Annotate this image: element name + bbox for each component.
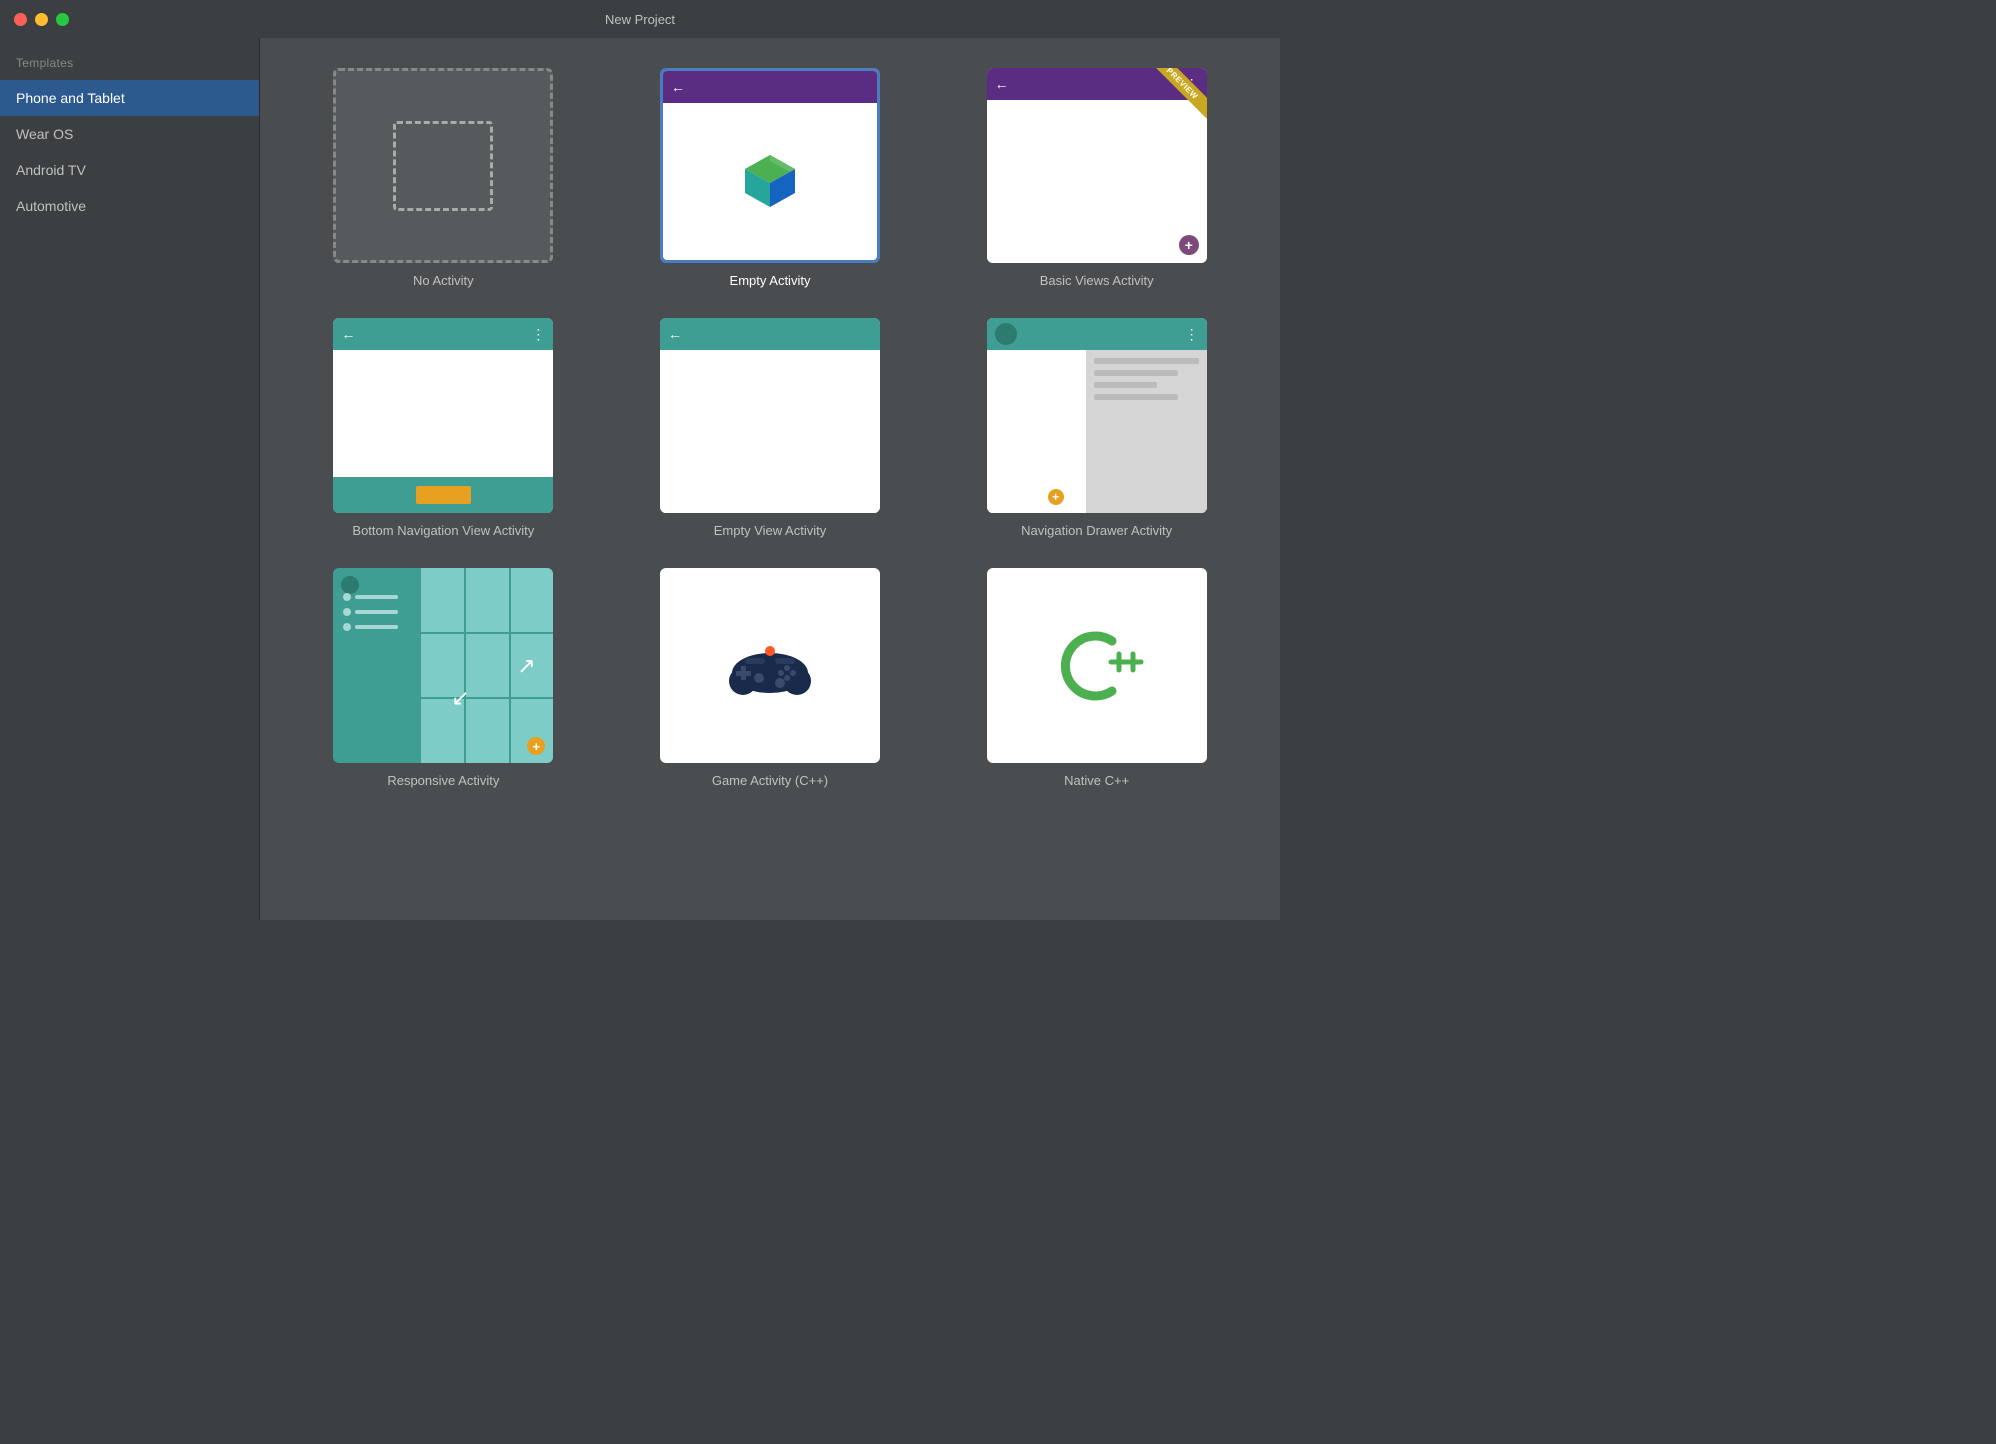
bottom-nav-card: ← ⋮: [333, 318, 553, 513]
nav-drawer-mockup: ⋮ +: [987, 318, 1207, 513]
template-item-native-cpp[interactable]: Native C++: [953, 568, 1240, 788]
game-card: [660, 568, 880, 763]
preview-badge-container: PREVIEW: [1152, 68, 1207, 123]
drawer-fab: +: [1048, 489, 1064, 505]
no-activity-card: [333, 68, 553, 263]
resp-list-item-2: [343, 608, 398, 616]
empty-activity-header: ←: [663, 71, 877, 103]
drawer-list-item-4: [1094, 394, 1178, 400]
empty-activity-card: ←: [660, 68, 880, 263]
template-item-empty-view[interactable]: ← Empty View Activity: [627, 318, 914, 538]
template-grid: No Activity ←: [300, 68, 1240, 788]
sidebar-item-phone-tablet[interactable]: Phone and Tablet: [0, 80, 259, 116]
drawer-list-item-1: [1094, 358, 1199, 364]
resp-avatar: [341, 576, 359, 594]
template-item-game[interactable]: Game Activity (C++): [627, 568, 914, 788]
window-controls: [14, 13, 69, 26]
three-dots-icon-2: ⋮: [531, 326, 545, 343]
native-card: [987, 568, 1207, 763]
bottom-nav-bar: [333, 477, 553, 513]
drawer-circle: [995, 323, 1017, 345]
three-dots-icon-3: ⋮: [1185, 326, 1199, 343]
empty-view-label: Empty View Activity: [714, 523, 826, 538]
fab-plus-icon: +: [1179, 235, 1199, 255]
sidebar: Templates Phone and Tablet Wear OS Andro…: [0, 38, 260, 920]
nav-drawer-card: ⋮ +: [987, 318, 1207, 513]
resp-list-item-1: [343, 593, 398, 601]
responsive-arrow: ↗: [517, 653, 535, 679]
title-bar: New Project: [0, 0, 1280, 38]
responsive-card: ↗ ↙ +: [333, 568, 553, 763]
grid-cell-8: [466, 699, 509, 763]
back-arrow-icon: ←: [671, 79, 685, 95]
sidebar-section-label: Templates: [0, 38, 259, 80]
gamepad-icon: [725, 633, 815, 698]
grid-cell-5: [466, 634, 509, 698]
template-item-no-activity[interactable]: No Activity: [300, 68, 587, 288]
window-title: New Project: [605, 12, 675, 27]
template-item-responsive[interactable]: ↗ ↙ + Responsive Activity: [300, 568, 587, 788]
grid-cell-1: [421, 568, 464, 632]
responsive-list: [343, 593, 398, 638]
responsive-label: Responsive Activity: [387, 773, 499, 788]
sidebar-item-wear-os[interactable]: Wear OS: [0, 116, 259, 152]
basic-views-card: ← ⋮ + PREVIEW: [987, 68, 1207, 263]
sidebar-item-android-tv[interactable]: Android TV: [0, 152, 259, 188]
bottom-nav-label: Bottom Navigation View Activity: [352, 523, 534, 538]
empty-view-mockup: ←: [660, 318, 880, 513]
drawer-list-item-2: [1094, 370, 1178, 376]
sidebar-item-automotive[interactable]: Automotive: [0, 188, 259, 224]
basic-views-label: Basic Views Activity: [1040, 273, 1154, 288]
template-item-empty-activity[interactable]: ←: [627, 68, 914, 288]
bottom-nav-indicator: [416, 486, 471, 504]
content-area: No Activity ←: [260, 38, 1280, 920]
android-logo: [735, 147, 805, 217]
back-arrow-icon-4: ←: [668, 326, 682, 342]
no-activity-label: No Activity: [413, 273, 474, 288]
minimize-button[interactable]: [35, 13, 48, 26]
native-cpp-label: Native C++: [1064, 773, 1129, 788]
bottom-nav-content: [333, 350, 553, 477]
main-layout: Templates Phone and Tablet Wear OS Andro…: [0, 38, 1280, 920]
maximize-button[interactable]: [56, 13, 69, 26]
nav-drawer-header: ⋮: [987, 318, 1207, 350]
back-arrow-icon-2: ←: [995, 76, 1009, 92]
bottom-nav-mockup: ← ⋮: [333, 318, 553, 513]
empty-activity-mockup: ←: [663, 71, 877, 260]
close-button[interactable]: [14, 13, 27, 26]
template-item-basic-views[interactable]: ← ⋮ + PREVIEW Basic Views Activity: [953, 68, 1240, 288]
drawer-list-item-3: [1094, 382, 1157, 388]
bottom-nav-header: ← ⋮: [333, 318, 553, 350]
grid-cell-3: [511, 568, 554, 632]
template-item-nav-drawer[interactable]: ⋮ + Navigation Drawer A: [953, 318, 1240, 538]
back-arrow-icon-3: ←: [341, 326, 355, 342]
resp-list-item-3: [343, 623, 398, 631]
grid-cell-2: [466, 568, 509, 632]
drawer-panel: [1086, 350, 1207, 513]
template-item-bottom-nav[interactable]: ← ⋮ Bottom Navigation View Activity: [300, 318, 587, 538]
cpp-logo: [1047, 626, 1147, 706]
dashed-box: [393, 121, 493, 211]
empty-activity-label: Empty Activity: [730, 273, 811, 288]
nav-drawer-label: Navigation Drawer Activity: [1021, 523, 1172, 538]
responsive-arrow-2: ↙: [451, 685, 469, 711]
empty-view-header: ←: [660, 318, 880, 350]
preview-badge: PREVIEW: [1152, 68, 1207, 119]
game-label: Game Activity (C++): [712, 773, 828, 788]
empty-view-card: ←: [660, 318, 880, 513]
